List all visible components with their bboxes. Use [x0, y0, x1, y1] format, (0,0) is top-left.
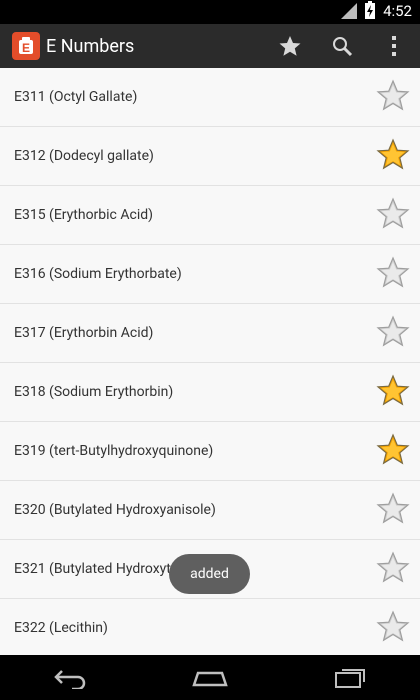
- home-button[interactable]: [180, 655, 240, 700]
- status-bar: 4:52: [0, 0, 420, 24]
- overflow-menu-icon: [392, 36, 396, 56]
- list-item[interactable]: E316 (Sodium Erythorbate): [0, 245, 420, 304]
- recent-apps-icon: [335, 668, 365, 688]
- star-icon: [279, 36, 301, 56]
- search-button[interactable]: [316, 24, 368, 68]
- list-item-label: E319 (tert-Butylhydroxyquinone): [14, 443, 214, 459]
- list-item-label: E315 (Erythorbic Acid): [14, 207, 153, 223]
- list-item-label: E318 (Sodium Erythorbin): [14, 384, 174, 400]
- back-button[interactable]: [40, 655, 100, 700]
- list-item-label: E312 (Dodecyl gallate): [14, 148, 154, 164]
- list-item-label: E317 (Erythorbin Acid): [14, 325, 154, 341]
- star-icon[interactable]: [376, 610, 410, 644]
- list-item-label: E322 (Lecithin): [14, 620, 108, 636]
- list-item[interactable]: E319 (tert-Butylhydroxyquinone): [0, 422, 420, 481]
- list-item[interactable]: E320 (Butylated Hydroxyanisole): [0, 481, 420, 540]
- favorites-button[interactable]: [264, 24, 316, 68]
- star-icon[interactable]: [376, 433, 410, 467]
- star-icon[interactable]: [376, 551, 410, 585]
- star-icon[interactable]: [376, 492, 410, 526]
- star-icon[interactable]: [376, 138, 410, 172]
- clock: 4:52: [383, 2, 412, 20]
- recent-apps-button[interactable]: [320, 655, 380, 700]
- list-item[interactable]: E312 (Dodecyl gallate): [0, 127, 420, 186]
- star-icon[interactable]: [376, 79, 410, 113]
- list-item[interactable]: E311 (Octyl Gallate): [0, 68, 420, 127]
- list-item-label: E320 (Butylated Hydroxyanisole): [14, 502, 216, 518]
- list-item-label: E316 (Sodium Erythorbate): [14, 266, 182, 282]
- action-bar: E E Numbers: [0, 24, 420, 68]
- star-icon[interactable]: [376, 315, 410, 349]
- app-logo-icon: E: [12, 32, 40, 60]
- svg-text:E: E: [22, 41, 30, 55]
- system-nav-bar: [0, 655, 420, 700]
- star-icon[interactable]: [376, 374, 410, 408]
- home-icon: [192, 671, 228, 686]
- list-item-label: E311 (Octyl Gallate): [14, 89, 138, 105]
- search-icon: [333, 37, 353, 57]
- list-item[interactable]: E317 (Erythorbin Acid): [0, 304, 420, 363]
- back-icon: [54, 669, 86, 689]
- star-icon[interactable]: [376, 256, 410, 290]
- star-icon[interactable]: [376, 197, 410, 231]
- list-item[interactable]: E322 (Lecithin): [0, 599, 420, 655]
- toast-message: added: [169, 554, 250, 594]
- list-item[interactable]: E318 (Sodium Erythorbin): [0, 363, 420, 422]
- list-item[interactable]: E315 (Erythorbic Acid): [0, 186, 420, 245]
- overflow-menu-button[interactable]: [368, 24, 420, 68]
- battery-icon: [365, 1, 376, 19]
- signal-icon: [341, 3, 358, 19]
- app-title: E Numbers: [46, 35, 135, 57]
